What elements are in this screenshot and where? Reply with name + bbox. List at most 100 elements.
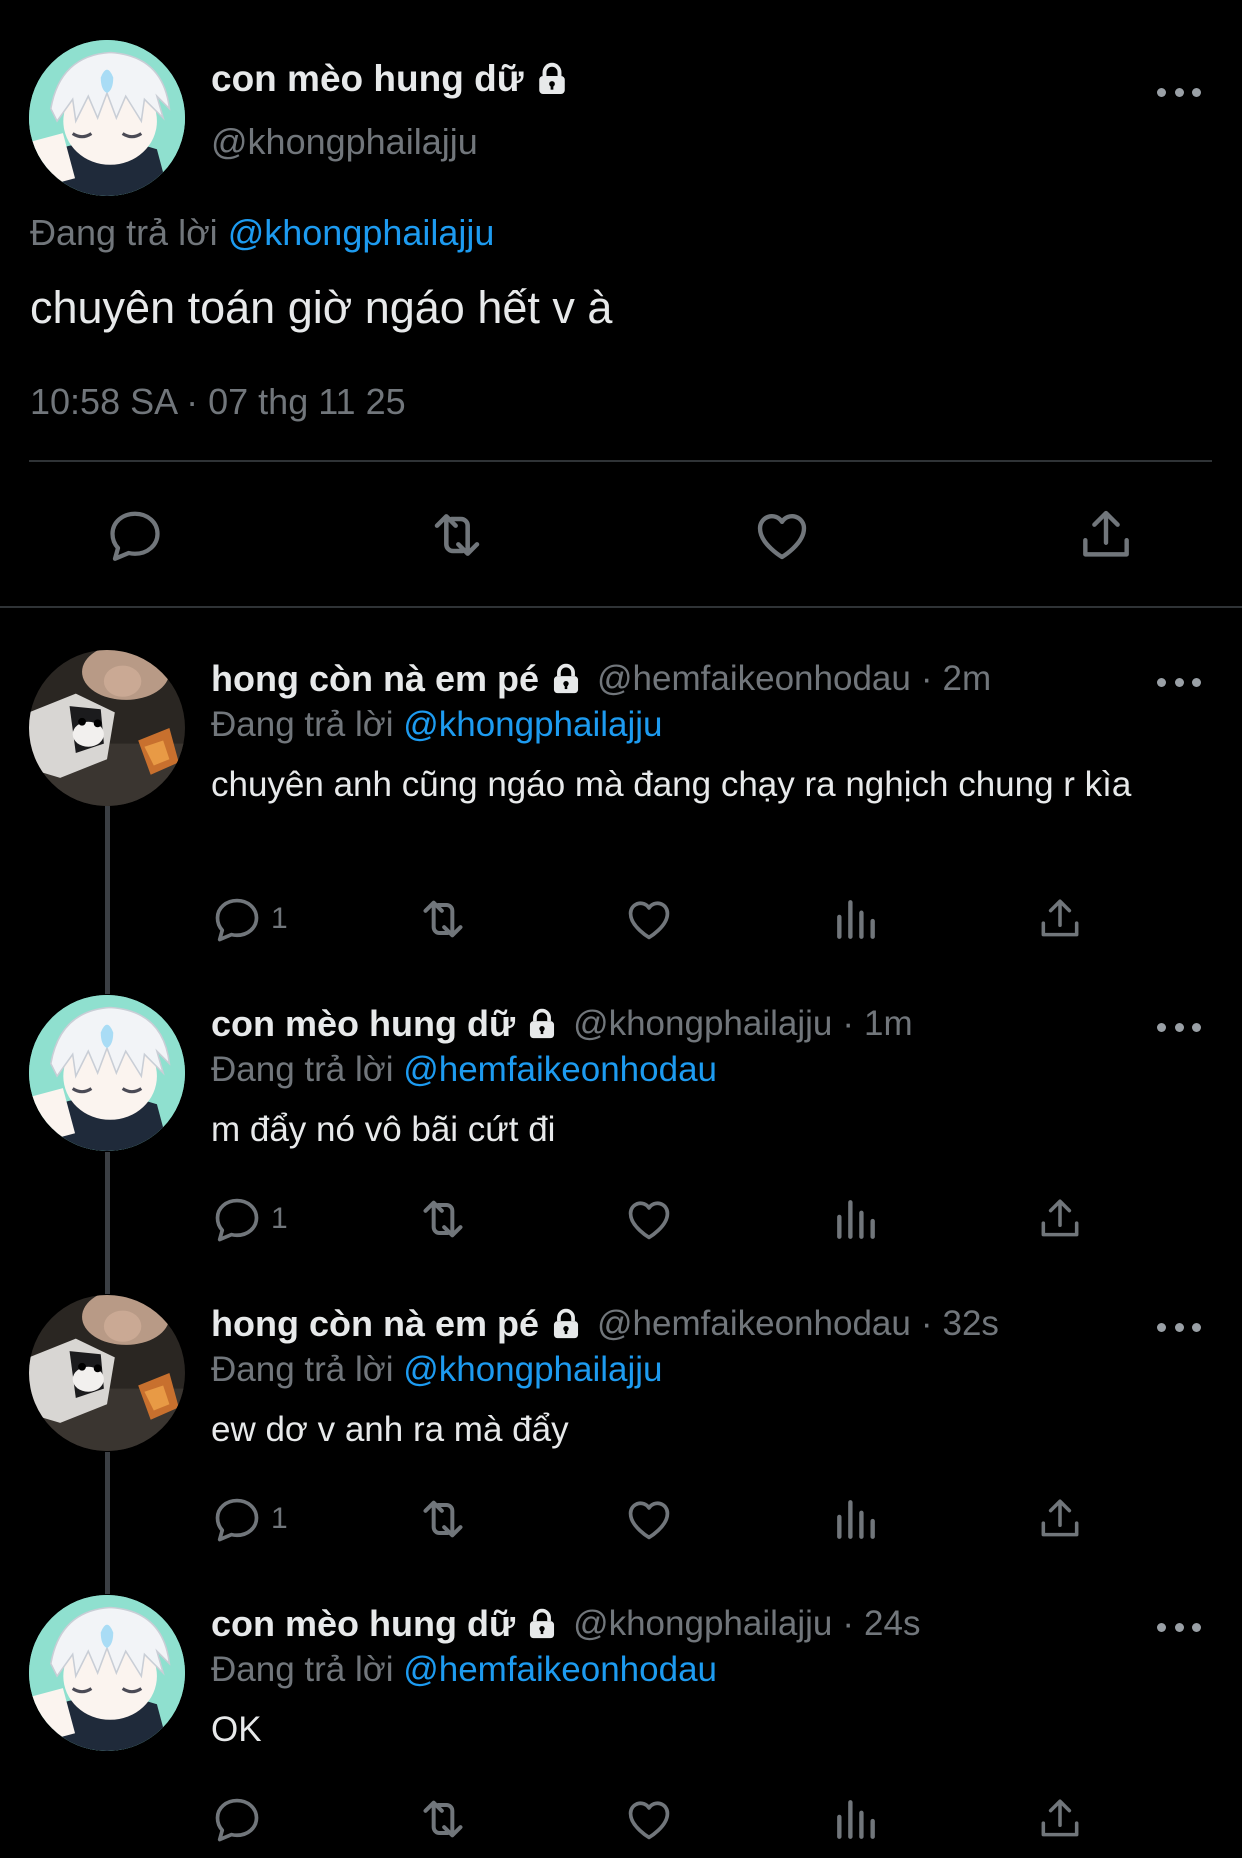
tweet-timestamp[interactable]: 10:58 SA · 07 thg 11 25 bbox=[30, 378, 406, 426]
reply-button[interactable]: 1 bbox=[211, 1491, 288, 1547]
main-tweet-avatar[interactable] bbox=[29, 40, 185, 196]
like-icon bbox=[623, 1793, 675, 1845]
handle[interactable]: @khongphailajju bbox=[573, 1604, 832, 1644]
handle[interactable]: @hemfaikeonhodau bbox=[597, 1304, 911, 1344]
views-icon bbox=[831, 1794, 881, 1844]
retweet-button[interactable] bbox=[415, 1791, 471, 1847]
display-name[interactable]: con mèo hung dữ bbox=[211, 1003, 515, 1045]
views-icon bbox=[831, 1494, 881, 1544]
like-button[interactable] bbox=[623, 1191, 675, 1247]
reply-header: con mèo hung dữ @khongphailajju · 1m bbox=[211, 999, 913, 1049]
reply-button[interactable]: 1 bbox=[211, 891, 288, 947]
more-options-icon[interactable] bbox=[1157, 667, 1201, 697]
share-icon bbox=[1035, 894, 1085, 944]
views-button[interactable] bbox=[831, 1491, 881, 1547]
reply-avatar[interactable] bbox=[29, 1295, 185, 1451]
reply-count: 1 bbox=[271, 902, 288, 935]
thread-line bbox=[105, 1452, 110, 1594]
like-icon bbox=[623, 1493, 675, 1545]
reply-icon bbox=[211, 1793, 263, 1845]
section-divider bbox=[0, 606, 1242, 608]
reply-button[interactable]: 1 bbox=[211, 1191, 288, 1247]
age[interactable]: 2m bbox=[943, 659, 992, 699]
reply-header: hong còn nà em pé @hemfaikeonhodau · 2m bbox=[211, 654, 991, 704]
reply-text: ew dơ v anh ra mà đẩy bbox=[211, 1410, 569, 1449]
age[interactable]: 24s bbox=[864, 1604, 920, 1644]
reply-icon bbox=[211, 893, 263, 945]
retweet-icon bbox=[415, 1491, 471, 1547]
reply-avatar[interactable] bbox=[29, 650, 185, 806]
handle[interactable]: @hemfaikeonhodau bbox=[597, 659, 911, 699]
dog-photo-avatar-icon bbox=[29, 650, 185, 806]
share-button[interactable] bbox=[1035, 1191, 1085, 1247]
reply-text: chuyên anh cũng ngáo mà đang chạy ra ngh… bbox=[211, 765, 1132, 804]
replying-prefix: Đang trả lời bbox=[30, 212, 218, 253]
views-button[interactable] bbox=[831, 1191, 881, 1247]
reply-avatar[interactable] bbox=[29, 995, 185, 1151]
reply-count: 1 bbox=[271, 1202, 288, 1235]
reply-header: hong còn nà em pé @hemfaikeonhodau · 32s bbox=[211, 1299, 999, 1349]
separator: · bbox=[842, 1004, 855, 1043]
like-button[interactable] bbox=[623, 891, 675, 947]
share-icon bbox=[1075, 504, 1137, 566]
replying-to-mention[interactable]: @hemfaikeonhodau bbox=[403, 1050, 717, 1089]
display-name[interactable]: hong còn nà em pé bbox=[211, 1303, 539, 1345]
retweet-button[interactable] bbox=[415, 891, 471, 947]
age[interactable]: 32s bbox=[943, 1304, 999, 1344]
main-tweet-handle[interactable]: @khongphailajju bbox=[211, 118, 478, 166]
share-button[interactable] bbox=[1035, 1791, 1085, 1847]
anime-avatar-icon bbox=[29, 40, 185, 196]
thread-line bbox=[105, 1152, 110, 1294]
replying-prefix: Đang trả lời bbox=[211, 1050, 394, 1089]
share-icon bbox=[1035, 1494, 1085, 1544]
thread-line bbox=[105, 806, 110, 994]
main-tweet-author[interactable]: con mèo hung dữ bbox=[211, 54, 570, 104]
views-button[interactable] bbox=[831, 891, 881, 947]
reply-button[interactable] bbox=[103, 503, 167, 567]
reply-button[interactable] bbox=[211, 1791, 271, 1847]
retweet-button[interactable] bbox=[415, 1491, 471, 1547]
retweet-icon bbox=[415, 1791, 471, 1847]
dog-photo-avatar-icon bbox=[29, 1295, 185, 1451]
replying-to-mention[interactable]: @khongphailajju bbox=[228, 212, 495, 253]
reply-header: con mèo hung dữ @khongphailajju · 24s bbox=[211, 1599, 920, 1649]
like-button[interactable] bbox=[750, 503, 814, 567]
separator: · bbox=[920, 1304, 933, 1343]
reply-count: 1 bbox=[271, 1502, 288, 1535]
lock-icon bbox=[549, 662, 583, 696]
retweet-button[interactable] bbox=[415, 1191, 471, 1247]
retweet-icon bbox=[425, 502, 489, 568]
reply-avatar[interactable] bbox=[29, 1595, 185, 1751]
more-options-icon[interactable] bbox=[1157, 1612, 1201, 1642]
age[interactable]: 1m bbox=[864, 1004, 913, 1044]
replying-to-mention[interactable]: @khongphailajju bbox=[403, 705, 662, 744]
like-button[interactable] bbox=[623, 1491, 675, 1547]
share-icon bbox=[1035, 1794, 1085, 1844]
replying-to: Đang trả lời @khongphailajju bbox=[211, 1347, 663, 1393]
more-options-icon[interactable] bbox=[1157, 1012, 1201, 1042]
replying-prefix: Đang trả lời bbox=[211, 705, 394, 744]
retweet-button[interactable] bbox=[425, 503, 489, 567]
anime-avatar-icon bbox=[29, 1595, 185, 1751]
separator: · bbox=[842, 1604, 855, 1643]
reply-text: OK bbox=[211, 1710, 262, 1749]
share-icon bbox=[1035, 1194, 1085, 1244]
share-button[interactable] bbox=[1074, 503, 1138, 567]
more-options-icon[interactable] bbox=[1157, 77, 1201, 107]
replying-prefix: Đang trả lời bbox=[211, 1650, 394, 1689]
replying-to-mention[interactable]: @hemfaikeonhodau bbox=[403, 1650, 717, 1689]
lock-icon bbox=[525, 1607, 559, 1641]
views-button[interactable] bbox=[831, 1791, 881, 1847]
share-button[interactable] bbox=[1035, 1491, 1085, 1547]
more-options-icon[interactable] bbox=[1157, 1312, 1201, 1342]
reply-text: m đẩy nó vô bãi cứt đi bbox=[211, 1110, 556, 1149]
replying-to-mention[interactable]: @khongphailajju bbox=[403, 1350, 662, 1389]
reply-icon bbox=[211, 1193, 263, 1245]
like-button[interactable] bbox=[623, 1791, 675, 1847]
separator: · bbox=[920, 659, 933, 698]
share-button[interactable] bbox=[1035, 891, 1085, 947]
display-name[interactable]: hong còn nà em pé bbox=[211, 658, 539, 700]
lock-icon bbox=[534, 61, 570, 97]
handle[interactable]: @khongphailajju bbox=[573, 1004, 832, 1044]
display-name[interactable]: con mèo hung dữ bbox=[211, 1603, 515, 1645]
